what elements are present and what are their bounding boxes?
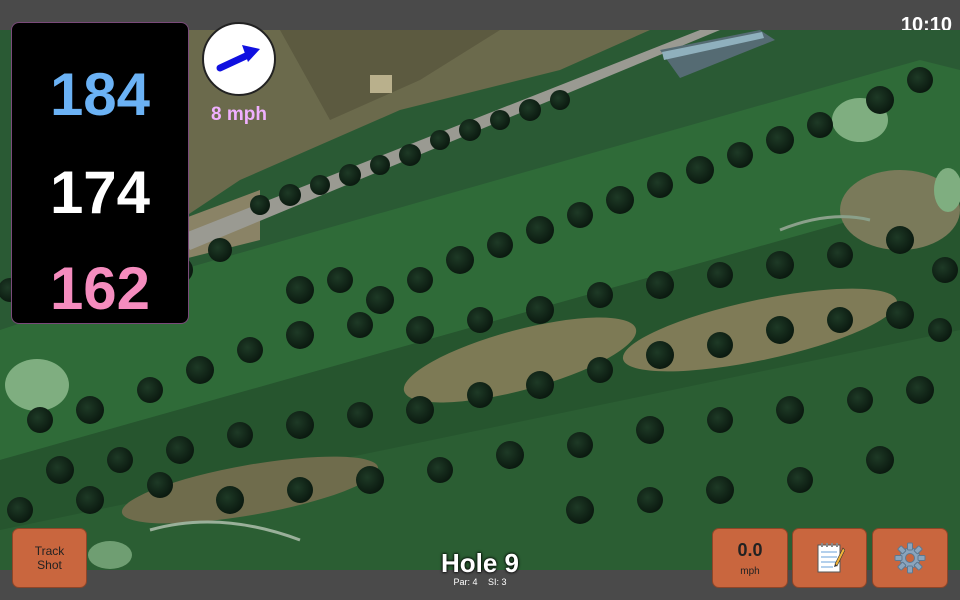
speed-button[interactable]: 0.0 mph bbox=[712, 528, 788, 588]
hole-par: Par: 4 bbox=[453, 577, 478, 587]
notes-button[interactable] bbox=[792, 528, 867, 588]
track-shot-button[interactable]: Track Shot bbox=[12, 528, 87, 588]
front-of-green-distance: 162 bbox=[49, 255, 151, 322]
notepad-icon bbox=[817, 543, 845, 573]
settings-button[interactable] bbox=[872, 528, 948, 588]
hole-stroke-index: SI: 3 bbox=[488, 577, 507, 587]
speed-value: 0.0 bbox=[737, 539, 763, 560]
back-of-green-distance: 184 bbox=[49, 61, 151, 128]
arrow-east-northeast-icon bbox=[216, 45, 260, 72]
wind-speed: 8 mph bbox=[211, 104, 267, 125]
hole-info: Par: 4 SI: 3 bbox=[400, 577, 560, 587]
speed-unit: mph bbox=[740, 565, 760, 577]
hole-title: Hole 9 bbox=[440, 548, 520, 578]
distance-panel: 184 174 162 bbox=[11, 22, 189, 324]
track-shot-label-line1: Track bbox=[34, 544, 65, 558]
middle-of-green-distance: 174 bbox=[49, 159, 151, 226]
wind-indicator[interactable] bbox=[202, 22, 276, 96]
gear-icon bbox=[894, 542, 926, 574]
track-shot-label-line2: Shot bbox=[37, 558, 62, 572]
